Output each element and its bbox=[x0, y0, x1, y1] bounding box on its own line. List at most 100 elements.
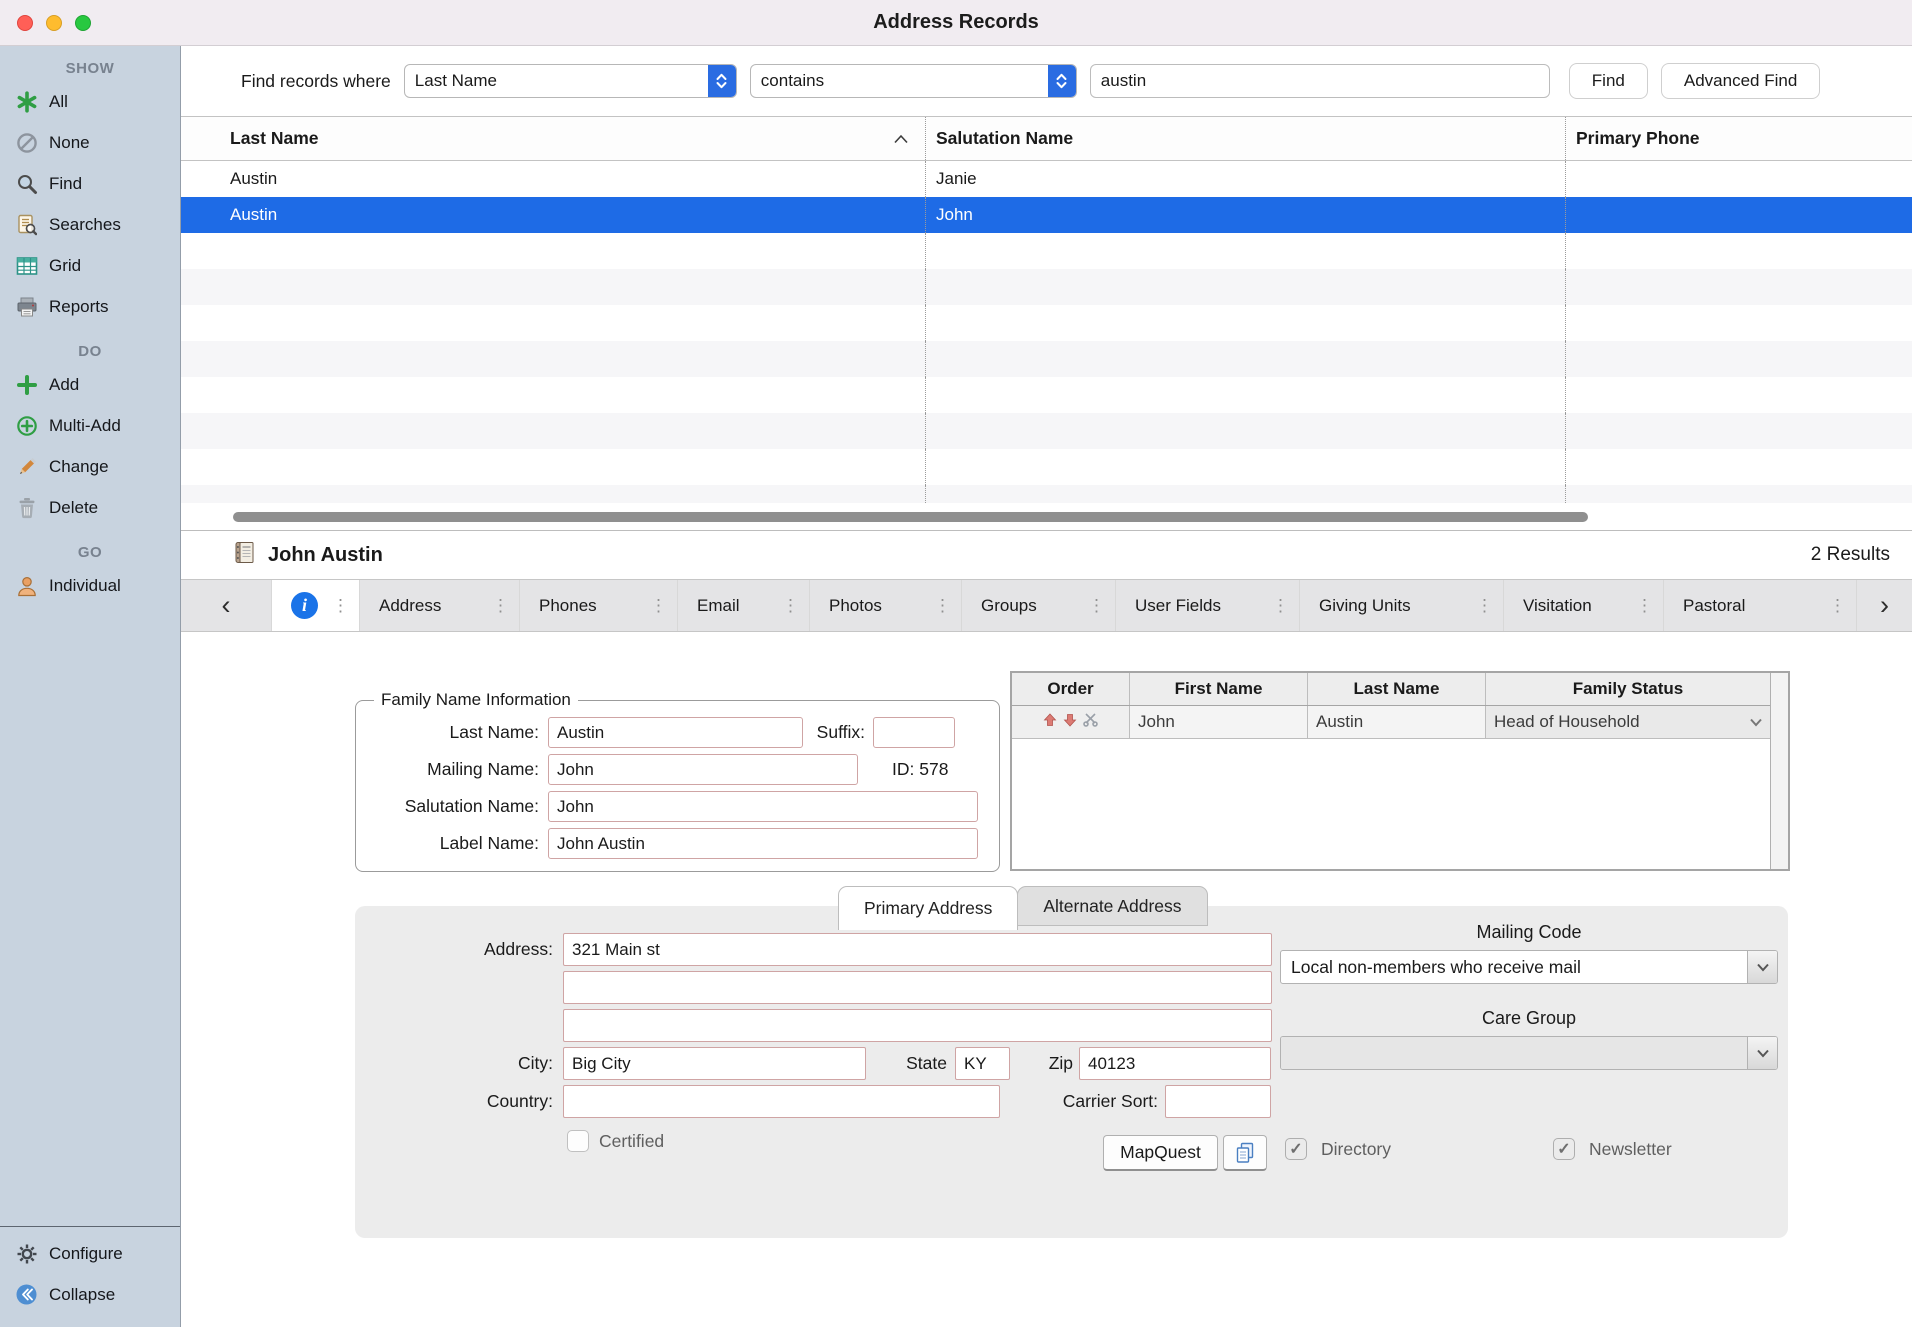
search-query-input[interactable] bbox=[1090, 64, 1550, 98]
operator-select[interactable]: contains bbox=[750, 64, 1077, 98]
column-header-salutation-name[interactable]: Salutation Name bbox=[925, 117, 1565, 160]
sidebar-item-all[interactable]: All bbox=[0, 81, 180, 122]
table-row-empty[interactable] bbox=[181, 377, 1912, 413]
sidebar-item-change[interactable]: Change bbox=[0, 446, 180, 487]
tab-primary-address[interactable]: Primary Address bbox=[838, 886, 1018, 930]
tab-photos[interactable]: Photos⋮ bbox=[809, 580, 961, 631]
tab-email[interactable]: Email⋮ bbox=[677, 580, 809, 631]
family-status-select[interactable]: Head of Household bbox=[1486, 706, 1770, 739]
family-status-value: Head of Household bbox=[1494, 712, 1640, 732]
sidebar-item-individual[interactable]: Individual bbox=[0, 565, 180, 606]
sidebar-item-find[interactable]: Find bbox=[0, 163, 180, 204]
table-row-empty[interactable] bbox=[181, 449, 1912, 485]
sidebar-section-go: GO bbox=[0, 544, 180, 561]
member-last-name-cell[interactable]: Austin bbox=[1308, 706, 1486, 739]
record-tab-bar: ‹ i ⋮ Address⋮ Phones⋮ Email⋮ Photos⋮ Gr… bbox=[181, 579, 1912, 632]
tab-label: Visitation bbox=[1523, 596, 1592, 616]
scissors-icon[interactable] bbox=[1082, 711, 1099, 733]
grip-dots-icon: ⋮ bbox=[492, 596, 509, 616]
table-row-empty[interactable] bbox=[181, 269, 1912, 305]
certified-label: Certified bbox=[599, 1131, 664, 1152]
tabs-scroll-right-button[interactable]: › bbox=[1856, 580, 1912, 631]
tab-groups[interactable]: Groups⋮ bbox=[961, 580, 1115, 631]
members-vertical-scrollbar[interactable] bbox=[1770, 673, 1788, 869]
tab-pastoral[interactable]: Pastoral⋮ bbox=[1663, 580, 1856, 631]
tab-user-fields[interactable]: User Fields⋮ bbox=[1115, 580, 1299, 631]
tab-alternate-address[interactable]: Alternate Address bbox=[1017, 886, 1207, 926]
sidebar-item-configure[interactable]: Configure bbox=[0, 1233, 180, 1274]
sidebar-item-add[interactable]: Add bbox=[0, 364, 180, 405]
tab-info[interactable]: i ⋮ bbox=[271, 580, 359, 631]
carrier-sort-label: Carrier Sort: bbox=[995, 1091, 1158, 1112]
care-group-select[interactable] bbox=[1280, 1036, 1778, 1070]
close-button[interactable] bbox=[17, 15, 33, 31]
tab-phones[interactable]: Phones⋮ bbox=[519, 580, 677, 631]
sidebar-item-label: Find bbox=[49, 174, 82, 194]
tab-giving-units[interactable]: Giving Units ⋮ bbox=[1299, 580, 1503, 631]
city-field[interactable] bbox=[563, 1047, 866, 1080]
tab-label: Giving Units bbox=[1319, 596, 1411, 616]
horizontal-scrollbar-thumb[interactable] bbox=[233, 512, 1588, 522]
chevron-down-icon bbox=[1747, 951, 1777, 983]
move-down-icon[interactable] bbox=[1062, 712, 1078, 733]
address-records-window: Address Records SHOW All None Find Searc… bbox=[0, 0, 1912, 1328]
sidebar-item-searches[interactable]: Searches bbox=[0, 204, 180, 245]
column-header-primary-phone[interactable]: Primary Phone bbox=[1565, 117, 1912, 160]
zoom-button[interactable] bbox=[75, 15, 91, 31]
table-row-empty[interactable] bbox=[181, 233, 1912, 269]
sidebar-item-reports[interactable]: Reports bbox=[0, 286, 180, 327]
zip-field[interactable] bbox=[1079, 1047, 1271, 1080]
copy-address-button[interactable] bbox=[1223, 1135, 1267, 1171]
table-row-empty[interactable] bbox=[181, 413, 1912, 449]
move-up-icon[interactable] bbox=[1042, 712, 1058, 733]
carrier-sort-field[interactable] bbox=[1165, 1085, 1271, 1118]
member-first-name-cell[interactable]: John bbox=[1130, 706, 1308, 739]
table-row-selected[interactable]: Austin John bbox=[181, 197, 1912, 233]
sidebar: SHOW All None Find Searches Grid bbox=[0, 46, 181, 1327]
address-line3-field[interactable] bbox=[563, 1009, 1272, 1042]
newsletter-checkbox[interactable]: ✓ bbox=[1553, 1138, 1575, 1160]
address-line2-field[interactable] bbox=[563, 971, 1272, 1004]
salutation-name-field[interactable] bbox=[548, 791, 978, 822]
advanced-find-button[interactable]: Advanced Find bbox=[1661, 63, 1820, 99]
country-field[interactable] bbox=[563, 1085, 1000, 1118]
table-row[interactable]: Austin Janie bbox=[181, 161, 1912, 197]
mailing-name-field[interactable] bbox=[548, 754, 858, 785]
record-name: John Austin bbox=[268, 544, 383, 567]
last-name-field[interactable] bbox=[548, 717, 803, 748]
tab-label: Photos bbox=[829, 596, 882, 616]
directory-checkbox[interactable]: ✓ bbox=[1285, 1138, 1307, 1160]
sidebar-item-label: Configure bbox=[49, 1244, 123, 1264]
sidebar-item-grid[interactable]: Grid bbox=[0, 245, 180, 286]
saved-searches-icon bbox=[15, 213, 38, 236]
table-row-empty[interactable] bbox=[181, 341, 1912, 377]
column-header-last-name[interactable]: Last Name bbox=[181, 117, 925, 160]
sidebar-item-none[interactable]: None bbox=[0, 122, 180, 163]
gear-icon bbox=[15, 1242, 38, 1265]
grip-dots-icon: ⋮ bbox=[1476, 596, 1493, 616]
address-line1-field[interactable] bbox=[563, 933, 1272, 966]
cell-last-name: Austin bbox=[230, 205, 277, 225]
label-name-field[interactable] bbox=[548, 828, 978, 859]
tab-label: User Fields bbox=[1135, 596, 1221, 616]
mailing-code-select[interactable]: Local non-members who receive mail bbox=[1280, 950, 1778, 984]
chevron-right-icon: › bbox=[1880, 592, 1889, 619]
sidebar-item-multi-add[interactable]: Multi-Add bbox=[0, 405, 180, 446]
suffix-field[interactable] bbox=[873, 717, 955, 748]
certified-checkbox[interactable] bbox=[567, 1130, 589, 1152]
column-header-label: Last Name bbox=[230, 128, 319, 149]
minimize-button[interactable] bbox=[46, 15, 62, 31]
tabs-scroll-left-button[interactable]: ‹ bbox=[181, 580, 271, 631]
tab-address[interactable]: Address⋮ bbox=[359, 580, 519, 631]
table-row-empty[interactable] bbox=[181, 305, 1912, 341]
sidebar-item-collapse[interactable]: Collapse bbox=[0, 1274, 180, 1315]
record-detail-content: Family Name Information Last Name: Suffi… bbox=[181, 632, 1912, 1327]
find-button[interactable]: Find bbox=[1569, 63, 1648, 99]
state-field[interactable] bbox=[955, 1047, 1010, 1080]
tab-visitation[interactable]: Visitation⋮ bbox=[1503, 580, 1663, 631]
mapquest-button[interactable]: MapQuest bbox=[1103, 1135, 1218, 1171]
table-row-empty[interactable] bbox=[181, 485, 1912, 503]
sidebar-item-delete[interactable]: Delete bbox=[0, 487, 180, 528]
field-select[interactable]: Last Name bbox=[404, 64, 737, 98]
info-icon: i bbox=[291, 592, 318, 619]
